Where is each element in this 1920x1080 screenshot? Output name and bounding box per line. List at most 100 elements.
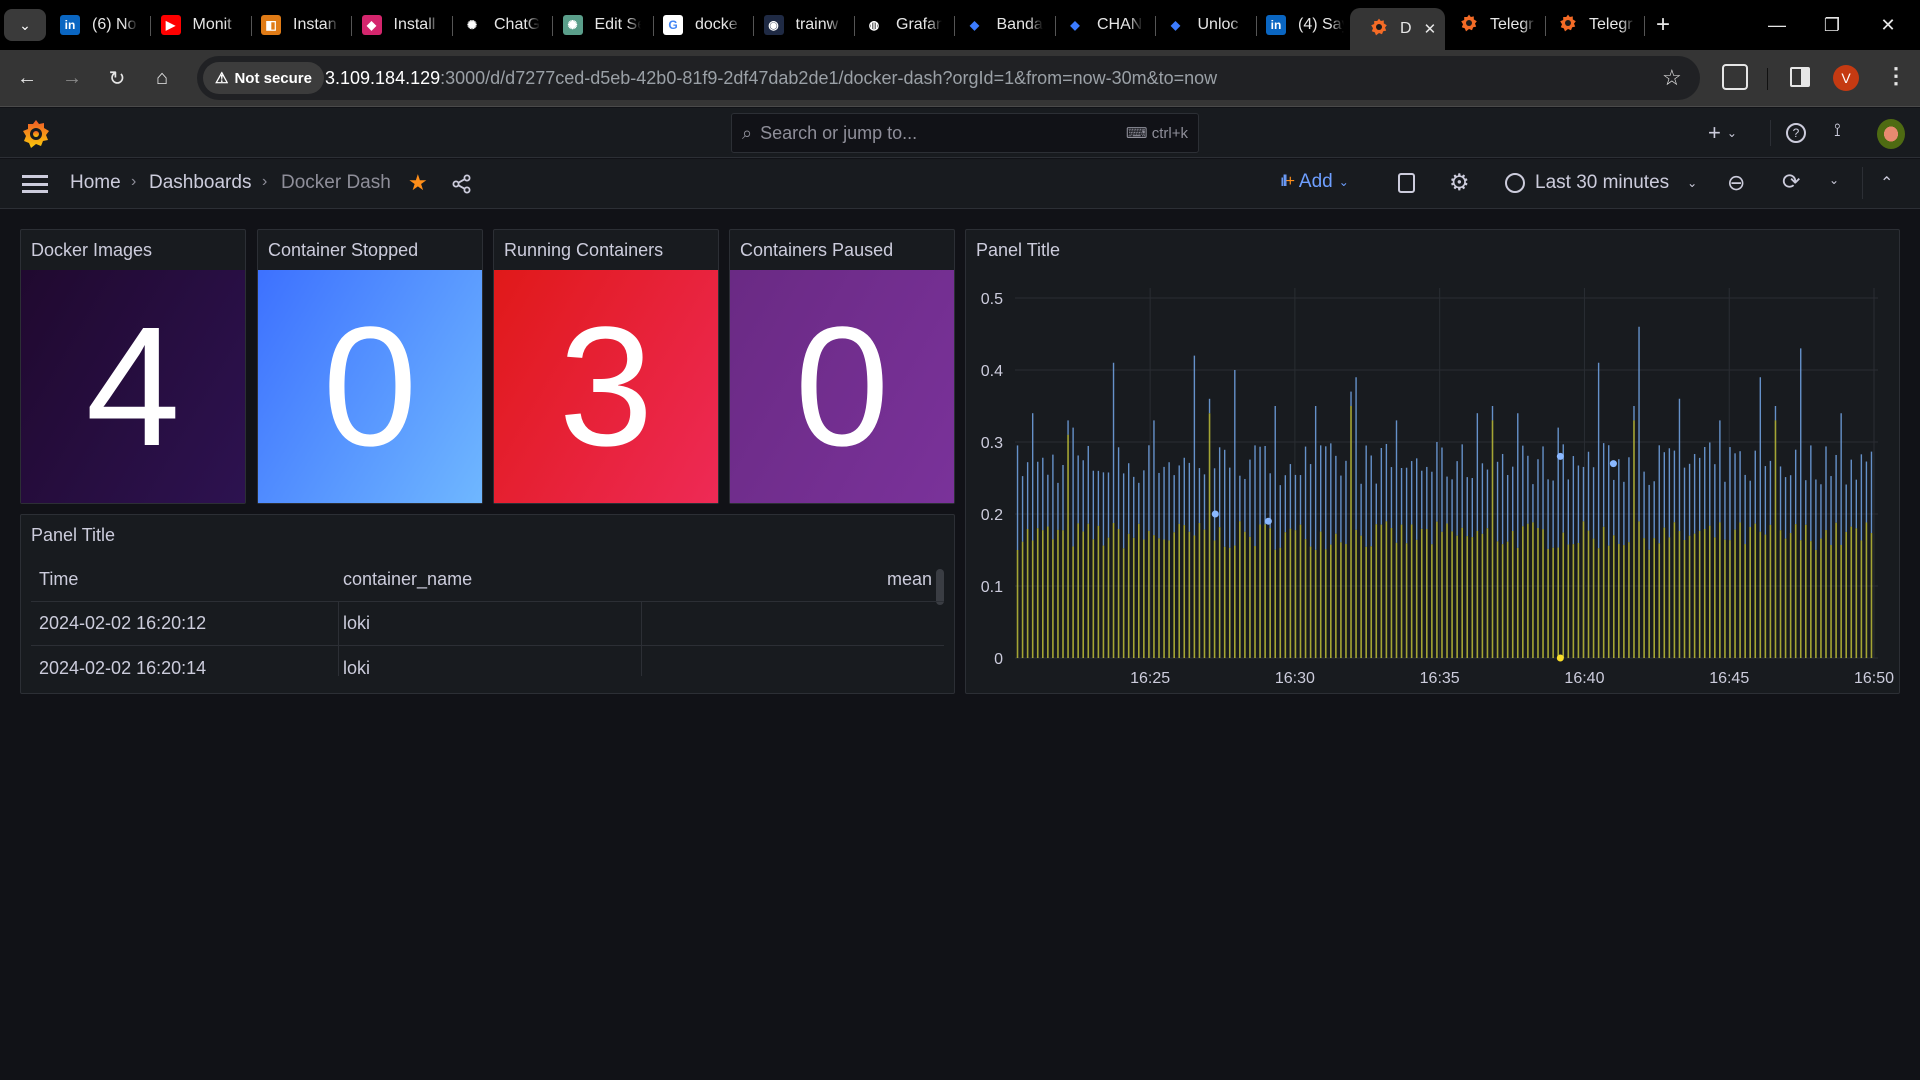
address-bar-row: ← → ↻ ⌂ ⚠ Not secure 3.109.184.129:3000/… (0, 50, 1920, 107)
timeseries-chart[interactable]: 0 0.1 0.2 0.3 0.4 0.5 16:25 16:30 16:35 16:40 16:4… (966, 230, 1901, 695)
search-icon: ⌕ (742, 122, 753, 143)
back-button[interactable]: ← (11, 62, 43, 94)
keyboard-icon: ⌨ (1125, 125, 1152, 142)
url-path: :3000/d/d7277ced-d5eb-42b0-81f9-2df47dab… (440, 68, 1218, 88)
stat-panel: Container Stopped 0 (257, 229, 483, 504)
refresh-icon[interactable]: ⟳ (1782, 169, 1800, 195)
news-feed-icon[interactable]: ⟟ (1834, 120, 1841, 141)
forward-button[interactable]: → (56, 62, 88, 94)
save-icon[interactable] (1398, 173, 1415, 193)
y-tick-label: 0.3 (981, 435, 1003, 452)
browser-tab[interactable]: ◆ CHAN (1065, 10, 1143, 40)
x-tick-label: 16:25 (1130, 670, 1170, 687)
bookmark-star-icon[interactable]: ☆ (1662, 65, 1682, 91)
chevron-down-icon: ⌄ (1726, 126, 1737, 140)
table-panel: Panel Title Time container_name mean 202… (20, 514, 955, 694)
tab-label: Telegr (1490, 16, 1534, 33)
panel-title: Panel Title (31, 525, 116, 545)
column-header-mean[interactable]: mean (887, 569, 932, 590)
chatgpt-icon: ✺ (562, 15, 583, 35)
browser-tab[interactable]: Telegr (1559, 10, 1635, 40)
grafana-icon (1460, 14, 1478, 37)
stat-value-area: 0 (258, 270, 482, 503)
breadcrumb-dashboards[interactable]: Dashboards (149, 172, 251, 194)
browser-tab[interactable]: ◆ Unloc (1166, 10, 1244, 40)
collapse-icon[interactable]: ⌃ (1880, 173, 1893, 193)
tab-label: CHAN (1097, 16, 1143, 33)
profile-avatar[interactable]: V (1833, 65, 1859, 91)
kebab-menu-icon[interactable]: ⋮ (1885, 63, 1907, 89)
browser-tab[interactable]: ◆ Install (361, 10, 440, 40)
browser-tab[interactable]: Telegr (1460, 10, 1536, 40)
browser-tab-active[interactable]: D ✕ (1350, 8, 1445, 50)
zoom-out-icon[interactable]: ⊖ (1727, 170, 1745, 196)
menu-icon[interactable] (22, 175, 48, 193)
settings-gear-icon[interactable]: ⚙ (1449, 169, 1470, 196)
side-panel-icon[interactable] (1790, 67, 1810, 87)
stat-title: Containers Paused (740, 240, 894, 260)
new-button[interactable]: + ⌄ (1708, 120, 1737, 146)
browser-tab[interactable]: ◍ Grafan (864, 10, 942, 40)
url-bar[interactable]: ⚠ Not secure 3.109.184.129:3000/d/d7277c… (197, 56, 1700, 100)
reload-button[interactable]: ↻ (101, 62, 133, 94)
url-text[interactable]: 3.109.184.129:3000/d/d7277ced-d5eb-42b0-… (325, 68, 1217, 89)
stat-panel: Containers Paused 0 (729, 229, 955, 504)
tab-label: (6) No (92, 16, 137, 33)
linkedin-icon: in (60, 15, 80, 35)
stat-panel: Running Containers 3 (493, 229, 719, 504)
star-icon[interactable]: ★ (408, 170, 428, 196)
tab-label: Unloc (1197, 16, 1239, 33)
tab-label: ChatG (494, 16, 540, 33)
x-tick-label: 16:50 (1854, 670, 1894, 687)
tab-label: Install (393, 16, 436, 33)
help-icon[interactable]: ? (1786, 123, 1806, 143)
browser-tab[interactable]: ◆ Banda (965, 10, 1043, 40)
maximize-button[interactable]: ❐ (1812, 10, 1852, 40)
shortcut-text: ctrl+k (1151, 125, 1188, 142)
browser-tab[interactable]: ◧ Instan (261, 10, 339, 40)
close-window-button[interactable]: ✕ (1868, 10, 1908, 40)
browser-tab[interactable]: ✺ Edit Se (562, 10, 641, 40)
tab-label: Grafan (896, 16, 942, 33)
table-cell-time: 2024-02-02 16:20:14 (39, 658, 207, 678)
gem-icon: ◆ (361, 15, 382, 35)
breadcrumb-home[interactable]: Home (70, 172, 121, 194)
browser-tab[interactable]: Gdocke (663, 10, 741, 40)
add-label: Add (1298, 171, 1333, 192)
column-header-container-name[interactable]: container_name (343, 569, 472, 590)
browser-tab[interactable]: in (4) Say (1266, 10, 1344, 40)
youtube-icon: ▶ (160, 15, 181, 35)
tab-label: Instan (293, 16, 337, 33)
time-range-picker[interactable]: Last 30 minutes ⌄ (1505, 172, 1697, 194)
extensions-icon[interactable] (1722, 64, 1748, 90)
browser-tab[interactable]: in (6) No (60, 10, 138, 40)
new-tab-button[interactable]: + (1643, 10, 1683, 40)
security-chip[interactable]: ⚠ Not secure (203, 62, 324, 94)
user-avatar[interactable] (1877, 119, 1905, 149)
stat-value: 4 (85, 291, 181, 482)
table-cell-time: 2024-02-02 16:20:12 (39, 613, 207, 633)
data-point (1264, 517, 1272, 525)
table-scrollbar[interactable] (936, 569, 944, 605)
browser-tab[interactable]: ▶ Monit (160, 10, 239, 40)
grafana-logo-icon[interactable] (22, 119, 50, 149)
add-button[interactable]: ıll+ Add ⌄ (1280, 171, 1349, 193)
tab-label: Monit (192, 16, 232, 33)
url-host: 3.109.184.129 (325, 68, 441, 88)
search-input[interactable]: ⌕ Search or jump to... ⌨ ctrl+k (731, 113, 1199, 153)
tab-label: Banda (996, 16, 1043, 33)
y-tick-label: 0 (994, 651, 1003, 668)
aws-icon: ◧ (261, 15, 281, 35)
y-tick-label: 0.1 (981, 579, 1003, 596)
column-header-time[interactable]: Time (39, 569, 78, 590)
share-icon[interactable] (452, 174, 472, 194)
browser-tab[interactable]: ✺ ChatG (462, 10, 540, 40)
tab-search-button[interactable]: ⌄ (4, 9, 46, 41)
warning-icon: ⚠ (215, 70, 229, 87)
data-point (1211, 510, 1219, 518)
close-tab-icon[interactable]: ✕ (1424, 20, 1437, 38)
browser-tab[interactable]: ◉ trainw (763, 10, 842, 40)
home-button[interactable]: ⌂ (146, 62, 178, 94)
refresh-interval-dropdown[interactable]: ⌄ (1829, 173, 1839, 187)
minimize-button[interactable]: — (1757, 10, 1797, 40)
